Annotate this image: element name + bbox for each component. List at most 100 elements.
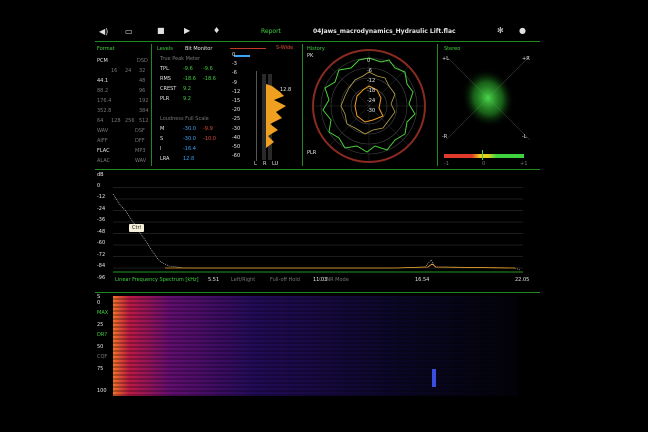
spectrum-y-tick: -84 xyxy=(97,263,106,269)
meter-tick-label: -50 xyxy=(232,144,241,150)
folder-icon[interactable]: ▭ xyxy=(125,28,133,36)
format-rate-a: 88.2 xyxy=(97,88,109,94)
format-rate-a: 44.1 xyxy=(97,78,109,84)
gear-icon[interactable]: ✻ xyxy=(497,27,504,35)
axis-br: -L xyxy=(522,134,527,140)
spectrogram-panel: S 0 25 50 75 100 MAX DR? CQF xyxy=(95,294,540,402)
meter-tick-label: -40 xyxy=(232,134,241,141)
level-row-left: 9.2 xyxy=(183,86,191,92)
spectrum-mode-label[interactable]: Left/Right xyxy=(231,277,255,283)
history-ring-label: -18 xyxy=(367,88,376,94)
level-row-label: CREST xyxy=(160,86,177,92)
spectrum-mode-label[interactable]: CDNR Mode xyxy=(319,277,349,283)
meter-top-line xyxy=(230,48,266,49)
format-rate-d: 384 xyxy=(139,108,149,114)
correlation-label: +1 xyxy=(520,161,528,167)
meter-footer-label: LU xyxy=(272,161,279,167)
spectrum-y-tick: -12 xyxy=(97,194,106,200)
history-ring-label: -6 xyxy=(367,68,372,74)
dsd-label: DSD xyxy=(137,58,148,64)
format-flag-right: DSF xyxy=(135,128,145,134)
panel-divider xyxy=(437,44,438,166)
loudness-row-right: -10.0 xyxy=(203,136,216,142)
correlation-bar xyxy=(444,154,524,158)
pcm-label: PCM xyxy=(97,58,108,64)
history-panel: History PK PLR 0 -6 -12 -18 -24 -30 xyxy=(305,44,437,169)
bit-monitor-label[interactable]: Bit Monitor xyxy=(185,46,212,52)
spectrum-y-tick: dB xyxy=(97,172,104,178)
spectrogram-y-tick: 75 xyxy=(97,366,104,372)
analyzer-window: ◀) ▭ ■ ▶ ♦ Report 04Jaws_macrodynamics_H… xyxy=(95,22,540,404)
meter-tick-label: -25 xyxy=(232,116,241,123)
level-row-left: -9.6 xyxy=(183,66,193,72)
history-radar xyxy=(312,49,426,163)
stereo-panel: Stereo +L +R -R -L -1 0 +1 xyxy=(440,44,540,169)
loudness-row-left: 12.8 xyxy=(183,156,195,162)
format-flag-right: WAV xyxy=(135,158,147,164)
format-rate-d: 192 xyxy=(139,98,149,104)
loudness-row-label: S xyxy=(160,136,164,142)
history-ring-label: 0 xyxy=(367,58,371,64)
tooltip-text: Ctrl xyxy=(132,225,141,231)
toolbar: ◀) ▭ ■ ▶ ♦ Report 04Jaws_macrodynamics_H… xyxy=(95,22,540,42)
spectrogram-side-label: DR? xyxy=(97,332,107,338)
level-row-right: -18.6 xyxy=(203,76,216,82)
meter-tick-label: -3 xyxy=(232,61,237,68)
file-name: 04Jaws_macrodynamics_Hydraulic Lift.flac xyxy=(313,28,456,35)
spectrum-y-tick: -48 xyxy=(97,228,106,235)
spectrum-y-tick: -24 xyxy=(97,205,106,212)
meter-title: S-Wide xyxy=(276,45,294,51)
axis-bl: -R xyxy=(442,134,448,140)
format-rate-d: 48 xyxy=(139,78,146,84)
spectrum-x-tick: 5.51 xyxy=(208,277,220,283)
spectrum-panel: dB 0 -12 -24 -36 -48 -60 -72 -84 -96 5.51 11.03 16.… xyxy=(95,172,540,283)
format-rate-d: 96 xyxy=(139,88,146,94)
rocket-icon[interactable]: ♦ xyxy=(213,27,220,35)
meter-tick-label: 0 xyxy=(232,52,236,58)
history-ring-label: -24 xyxy=(367,98,376,104)
true-peak-label: True Peak Meter xyxy=(160,56,201,62)
spectrum-mode-label[interactable]: Full-off Hold xyxy=(270,277,300,283)
format-flag-left: FLAC xyxy=(97,148,110,154)
stop-icon[interactable]: ■ xyxy=(157,27,165,35)
meter-tick-label: -6 xyxy=(232,70,237,77)
format-flag-left: ALAC xyxy=(97,158,111,164)
meter-tick-label: -60 xyxy=(232,153,241,160)
spectrum-x-tick: 22.05 xyxy=(515,277,530,283)
meter-tick-label: -20 xyxy=(232,107,241,114)
level-row-label: TPL xyxy=(160,66,169,72)
report-button[interactable]: Report xyxy=(261,29,281,35)
panel-divider xyxy=(302,44,303,166)
format-rate-c: 24 xyxy=(125,68,132,74)
spectrum-y-tick: -72 xyxy=(97,251,106,258)
section-divider xyxy=(95,292,540,293)
level-row-label: RMS xyxy=(160,76,171,82)
peak-readout: 12.8 xyxy=(280,87,292,93)
spectrogram-y-tick: 100 xyxy=(97,388,107,394)
spectrum-y-tick: -36 xyxy=(97,217,106,223)
spectrogram-y-tick: 50 xyxy=(97,344,104,350)
info-icon[interactable]: ● xyxy=(519,27,526,35)
spectrogram-y-tick: 25 xyxy=(97,322,104,328)
play-icon[interactable]: ▶ xyxy=(184,27,190,35)
spectrum-y-tick: -96 xyxy=(97,274,106,281)
meter-tick-label: -15 xyxy=(232,98,241,104)
correlation-label: -1 xyxy=(444,161,449,167)
section-divider xyxy=(95,169,540,170)
level-row-left: 9.2 xyxy=(183,96,191,102)
loudness-row-label: LRA xyxy=(160,156,170,162)
level-meter: S-Wide 0 -3 -6 -9 -12 -15 -20 -25 -30 -40 -50 -60 1… xyxy=(230,44,302,169)
meter-marker xyxy=(234,55,250,57)
level-row-left: -18.6 xyxy=(183,76,196,82)
spectrogram-side-label: MAX xyxy=(97,310,109,316)
spectrum-y-tick: 0 xyxy=(97,182,101,189)
panel-divider xyxy=(151,44,152,166)
speaker-icon[interactable]: ◀) xyxy=(99,28,108,36)
spectrum-tooltip: Ctrl xyxy=(129,224,144,232)
history-ring-label: -30 xyxy=(367,108,376,114)
spectrogram-band-mask xyxy=(113,296,518,396)
meter-footer-label: L xyxy=(254,161,257,167)
format-rate-a: 176.4 xyxy=(97,98,112,104)
spectrogram-blip xyxy=(432,369,436,387)
spectrogram-y-tick: 0 xyxy=(97,300,101,306)
